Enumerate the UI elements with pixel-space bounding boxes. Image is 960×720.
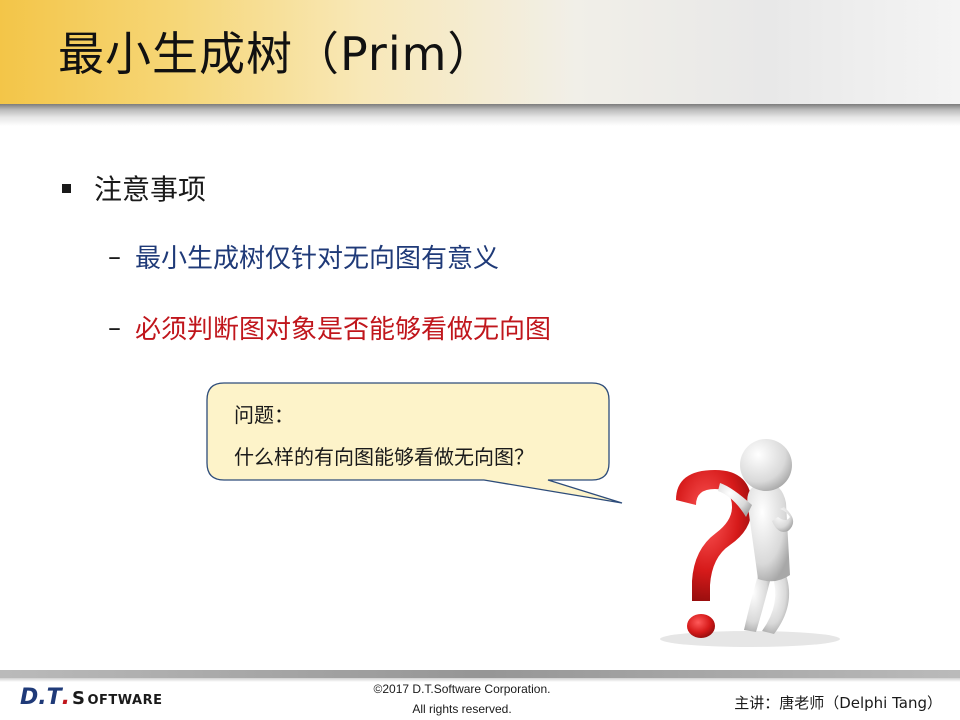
sub-bullet-2-text: 必须判断图对象是否能够看做无向图 bbox=[135, 315, 552, 345]
square-bullet-icon bbox=[62, 183, 71, 193]
question-mark-figure-icon bbox=[660, 439, 840, 647]
footer-divider bbox=[0, 670, 960, 678]
title-divider bbox=[0, 104, 960, 126]
callout-line-1: 问题： bbox=[234, 403, 294, 427]
sub-bullet-2: – 必须判断图对象是否能够看做无向图 bbox=[108, 309, 551, 346]
main-bullet-text: 注意事项 bbox=[94, 173, 207, 206]
sub-bullet-1-text: 最小生成树仅针对无向图有意义 bbox=[135, 244, 500, 274]
slide-title: 最小生成树（Prim） bbox=[58, 27, 495, 81]
presenter-credit: 主讲：唐老师（Delphi Tang） bbox=[734, 694, 942, 712]
sub-bullet-1: – 最小生成树仅针对无向图有意义 bbox=[108, 238, 499, 275]
dash-bullet: – bbox=[108, 241, 121, 272]
dash-bullet: – bbox=[108, 312, 121, 343]
callout-line-2: 什么样的有向图能够看做无向图？ bbox=[234, 445, 534, 469]
main-bullet: 注意事项 bbox=[62, 168, 206, 208]
